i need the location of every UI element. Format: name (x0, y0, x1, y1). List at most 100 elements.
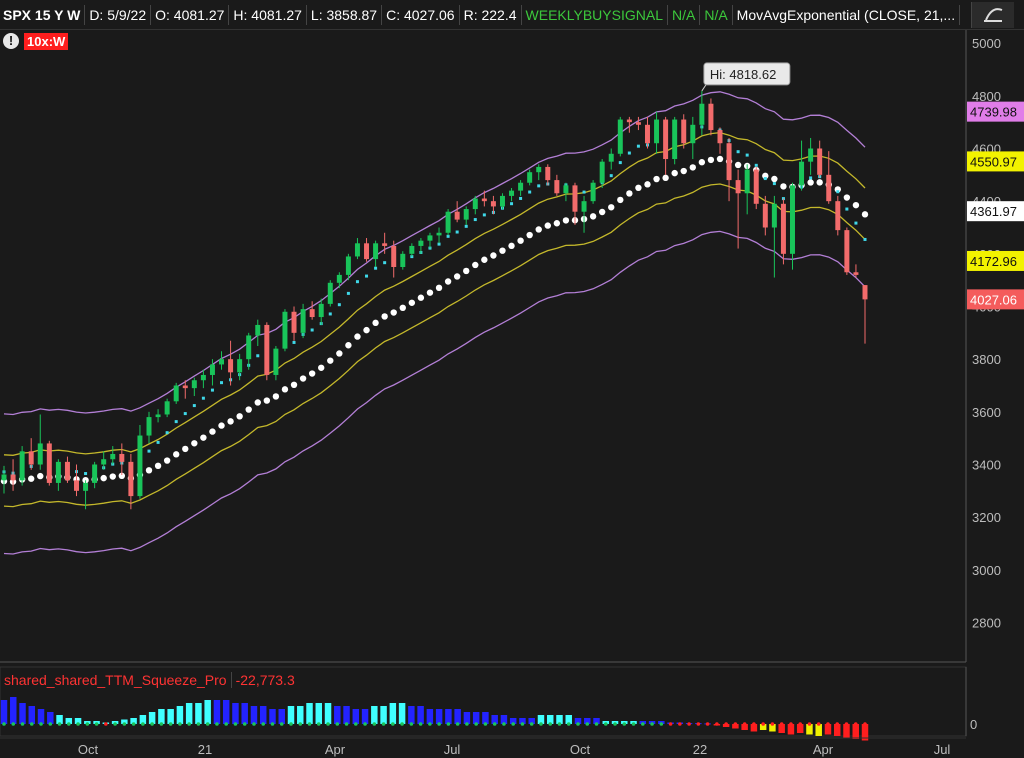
candle-body (790, 185, 795, 254)
candle-body (726, 143, 732, 181)
squeeze-bar (343, 706, 350, 724)
ema-dot (191, 440, 198, 447)
squeeze-dot (159, 722, 164, 726)
squeeze-dot (465, 722, 469, 726)
candle (445, 209, 451, 236)
y-tick-label: 3400 (972, 458, 1001, 473)
ema-dot (807, 179, 814, 186)
squeeze-dot (242, 722, 247, 726)
ema-dot (598, 208, 606, 216)
ema-dot (308, 370, 316, 377)
squeeze-dot (807, 722, 812, 726)
chart-header: SPX 15 Y W D: 5/9/22 O: 4081.27 H: 4081.… (0, 0, 1024, 30)
squeeze-dot (548, 722, 553, 726)
ema-dot (372, 319, 379, 327)
fast-ema-dot (464, 224, 468, 228)
fast-ema-dot (147, 449, 151, 453)
squeeze-dot (270, 722, 275, 726)
fast-ema-dot (310, 328, 314, 332)
squeeze-bar (250, 706, 258, 724)
y-tick-label: 3800 (972, 352, 1001, 367)
symbol-label[interactable]: SPX 15 Y W (0, 4, 86, 25)
candle-body (654, 119, 660, 144)
squeeze-dot (696, 722, 701, 726)
candle-body (336, 274, 342, 283)
ema-dot (417, 294, 425, 301)
squeeze-dot (502, 722, 506, 726)
fast-ema-dot (210, 388, 214, 392)
candle (19, 446, 25, 486)
fast-ema-dot (328, 312, 332, 316)
alert-icon[interactable]: ! (3, 33, 19, 49)
candle-body (799, 161, 805, 186)
candle-body (436, 232, 442, 236)
fast-ema-dot (763, 177, 767, 181)
candle (753, 166, 759, 210)
squeeze-dot (261, 722, 266, 726)
ema-dot (689, 164, 696, 171)
candle-body (418, 240, 424, 246)
plot-area (0, 30, 966, 662)
candle-body (1, 474, 7, 481)
squeeze-dot (613, 722, 617, 726)
fast-ema-dot (836, 190, 840, 194)
fast-ema-dot (183, 412, 187, 416)
candle-body (427, 235, 433, 241)
candle-body (228, 359, 234, 373)
study-value-2: N/A (700, 4, 733, 25)
ema-dot (254, 399, 261, 406)
squeeze-dot (705, 722, 710, 726)
ema-study-label[interactable]: MovAvgExponential (CLOSE, 21,... (733, 4, 961, 25)
squeeze-study-header: shared_shared_TTM_Squeeze_Pro -22,773.3 (0, 672, 299, 688)
candle (672, 116, 678, 165)
hi-label-text: Hi: 4818.62 (710, 67, 777, 82)
squeeze-dot (113, 722, 117, 726)
candle-body (735, 180, 741, 194)
fast-ema-dot (201, 396, 205, 400)
weekly-buy-signal-label[interactable]: WEEKLYBUYSIGNAL (522, 4, 668, 25)
fast-ema-dot (165, 431, 169, 435)
squeeze-dot (187, 722, 191, 726)
candle-body (780, 203, 786, 254)
squeeze-dot (668, 722, 673, 726)
price-tag-label: 4361.97 (970, 204, 1017, 219)
squeeze-bar (158, 709, 165, 724)
fast-ema-dot (528, 190, 532, 194)
candle-body (463, 209, 469, 220)
candle (282, 309, 288, 352)
range-label: R: 222.4 (460, 4, 522, 25)
squeeze-study-name[interactable]: shared_shared_TTM_Squeeze_Pro (0, 672, 232, 688)
squeeze-bar (389, 703, 397, 724)
squeeze-bar (28, 706, 36, 724)
fast-ema-dot (772, 182, 776, 186)
chart-settings-button[interactable] (971, 2, 1014, 28)
squeeze-dot (85, 722, 90, 726)
candle-body (19, 451, 25, 481)
price-chart[interactable]: 5000480046004400420040003800360034003200… (0, 30, 1024, 758)
x-tick-label: Oct (570, 742, 591, 757)
fast-ema-dot (455, 230, 459, 234)
candle-body (146, 417, 152, 436)
squeeze-dot (48, 722, 53, 726)
ema-dot (680, 167, 687, 175)
squeeze-dot (853, 722, 858, 726)
squeeze-bar (445, 709, 452, 724)
candle-body (744, 169, 750, 194)
candle-body (354, 243, 360, 257)
ema-dot (272, 393, 280, 400)
fast-ema-dot (256, 354, 260, 358)
candle-body (608, 153, 614, 162)
ema-dot (734, 161, 742, 169)
ema-dot (200, 434, 207, 441)
candle-body (663, 119, 669, 160)
candle-body (527, 172, 533, 183)
candle-body (10, 474, 16, 481)
ema-dot (608, 204, 615, 211)
fast-ema-dot (609, 174, 613, 178)
squeeze-bar (315, 703, 323, 724)
squeeze-bar (278, 709, 285, 724)
price-tag-label: 4739.98 (970, 105, 1017, 120)
squeeze-dot (650, 722, 654, 726)
squeeze-dot (631, 722, 636, 726)
y-tick-label: 2800 (972, 616, 1001, 631)
